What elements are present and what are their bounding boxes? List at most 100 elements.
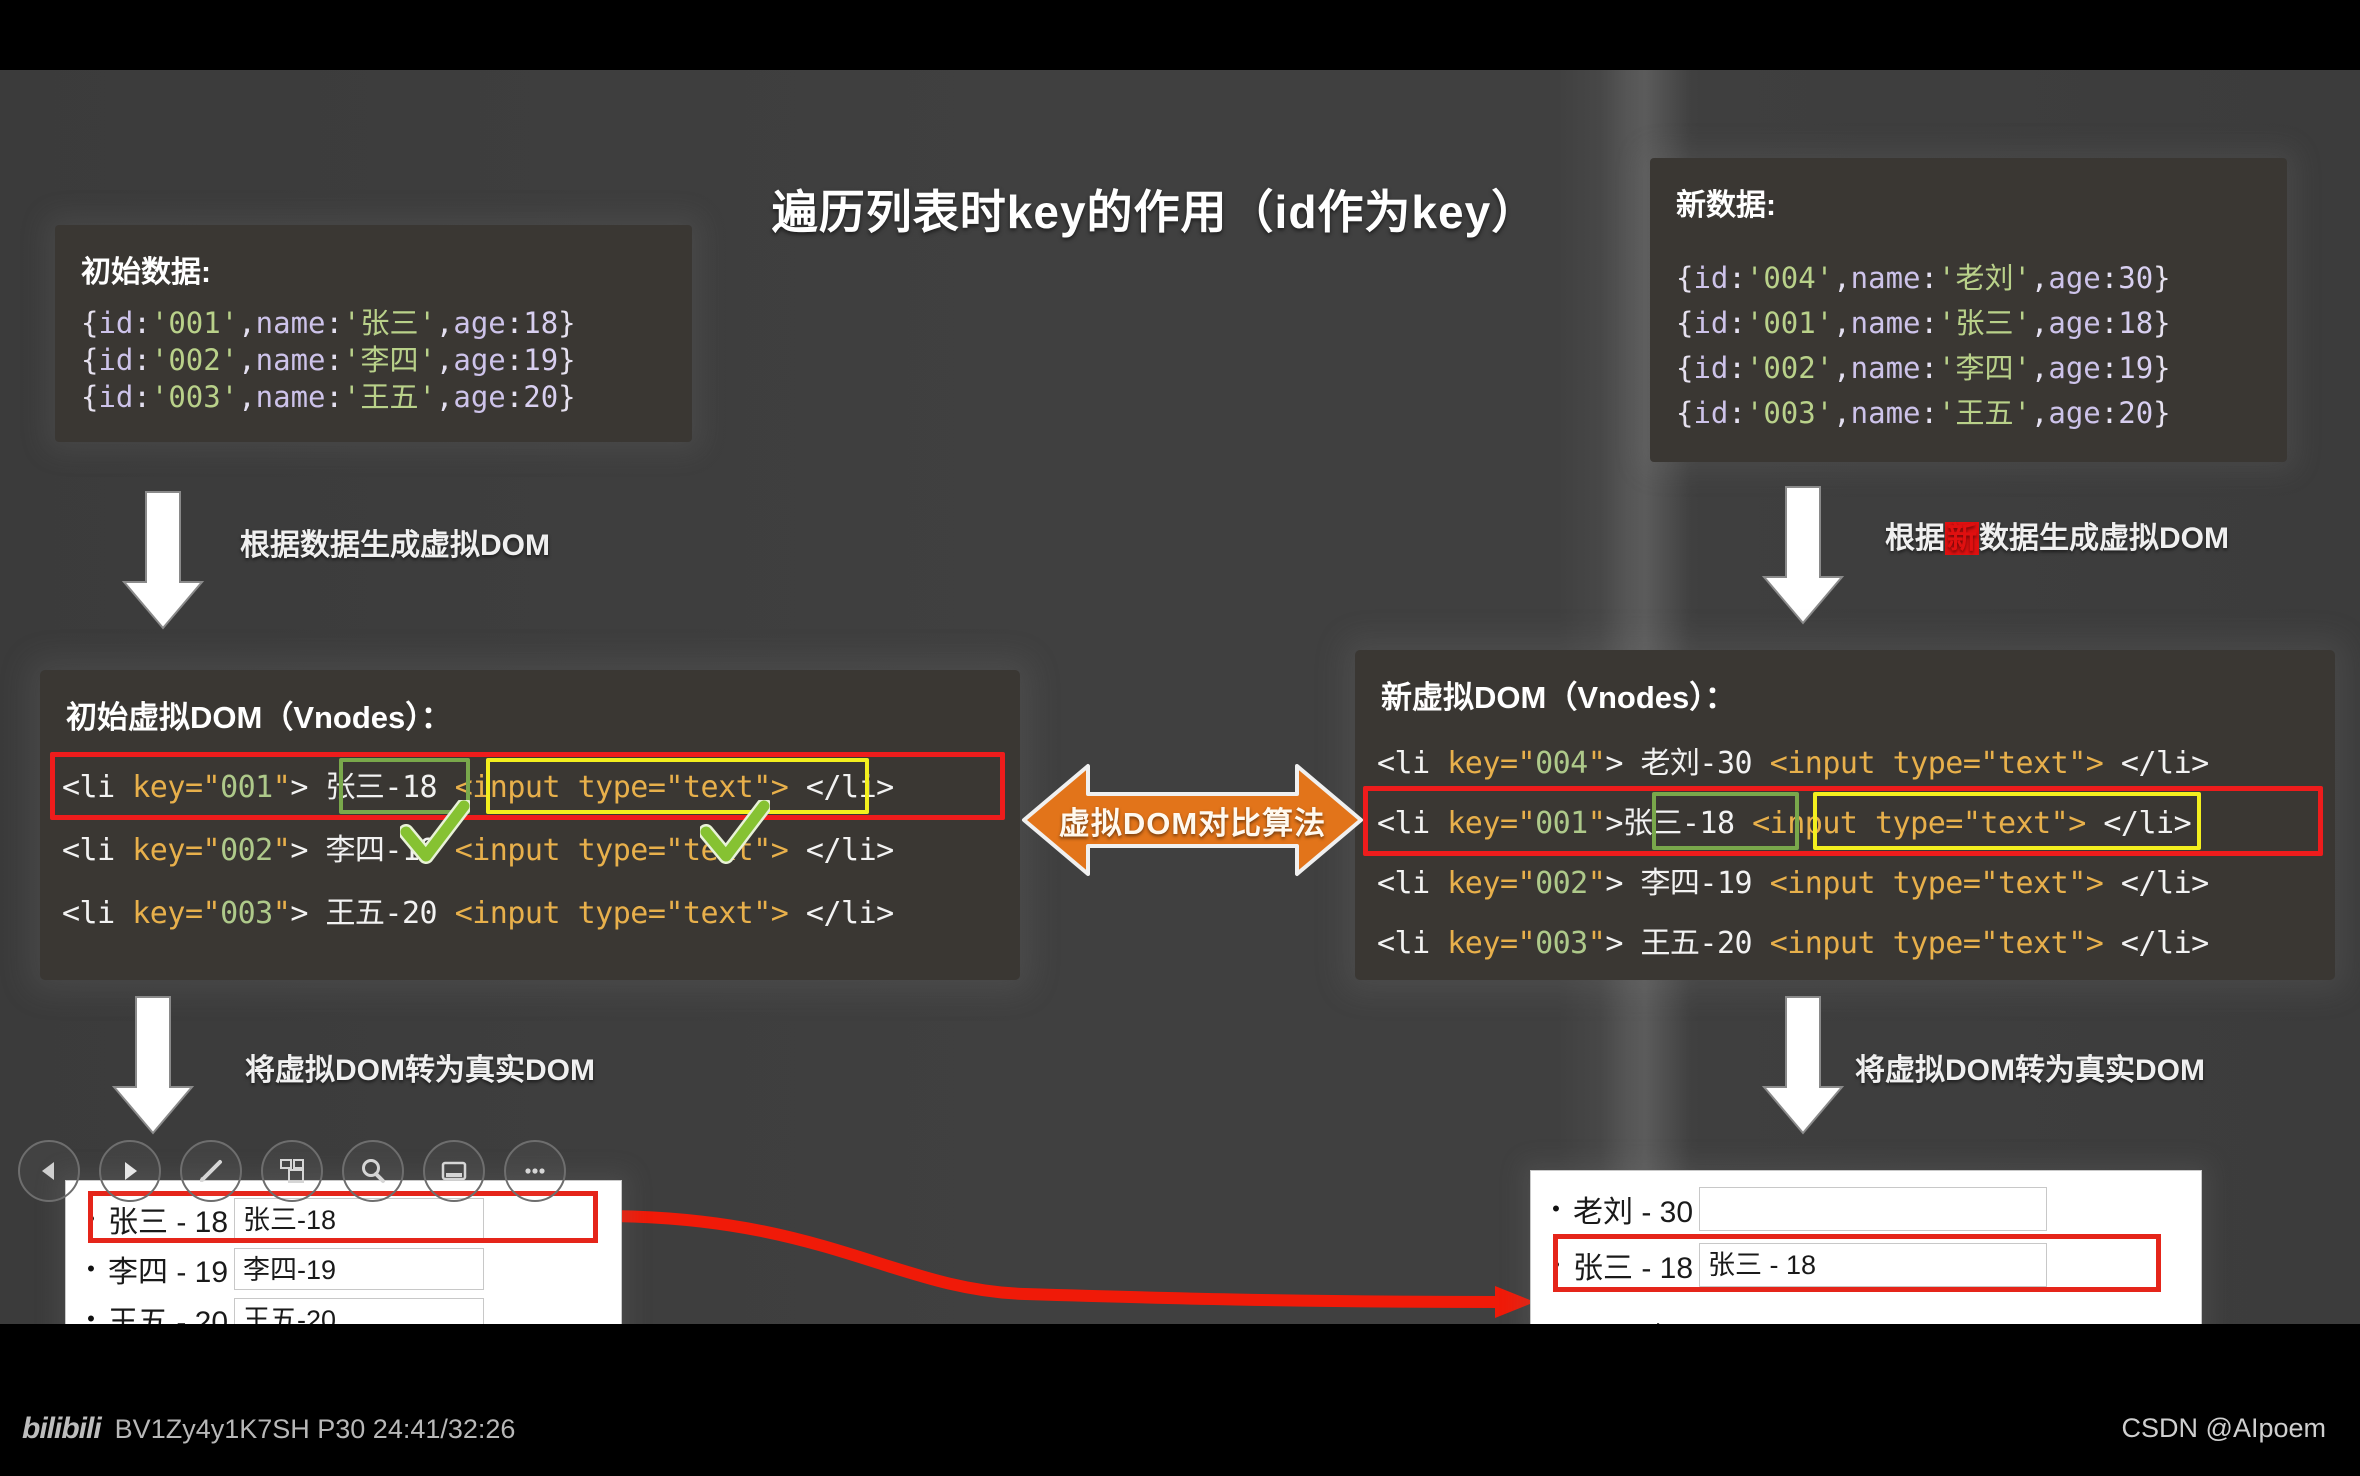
annotation-right-generate: 根据新数据生成虚拟DOM	[1885, 513, 2229, 557]
vnode-row: <li key="003"> 王五-20 <input type="text">…	[62, 896, 894, 931]
data-age: 19	[523, 343, 559, 378]
vnode-text: 老刘-30	[1640, 746, 1753, 781]
vnode-key: 004	[1535, 746, 1588, 781]
vnode-input: <input type="text">	[1769, 866, 2104, 901]
initial-vnode-panel: 初始虚拟DOM（Vnodes）： <li key="001"> 张三-18 <i…	[40, 670, 1020, 980]
vnode-row: <li key="002"> 李四-19 <input type="text">…	[62, 833, 894, 868]
presenter-view-button[interactable]	[423, 1140, 485, 1202]
item-label: 李四 - 19	[108, 1256, 229, 1289]
footer-bar: bilibili BV1Zy4y1K7SH P30 24:41/32:26 CS…	[0, 1366, 2360, 1476]
search-icon	[362, 1159, 385, 1183]
data-age: 30	[2118, 261, 2154, 295]
data-id: 003	[168, 380, 221, 415]
new-data-panel: 新数据: {id:'004',name:'老刘',age:30} {id:'00…	[1650, 158, 2287, 463]
data-id: 002	[168, 343, 221, 378]
down-arrow-icon	[1761, 486, 1845, 625]
data-name-value: 老刘	[1955, 261, 2014, 295]
data-name-value: 王五	[360, 380, 419, 415]
diff-algorithm-label: 虚拟DOM对比算法	[1058, 805, 1327, 841]
vnode-text: 王五-20	[325, 896, 438, 931]
vnode-row: <li key="003"> 王五-20 <input type="text">…	[1377, 926, 2209, 961]
item-label: 老刘 - 30	[1573, 1196, 1694, 1229]
vnode-input: <input type="text">	[1769, 746, 2104, 781]
vnode-text: 王五-20	[1640, 926, 1753, 961]
bilibili-watermark: bilibili BV1Zy4y1K7SH P30 24:41/32:26	[22, 1412, 515, 1446]
item-input[interactable]: 李四-19	[234, 1248, 485, 1290]
new-real-dom-box: • 老刘 - 30 • 张三 - 18 张三 - 18	[1530, 1170, 2202, 1324]
zoom-tool-button[interactable]	[342, 1140, 404, 1202]
data-name-value: 王五	[1955, 396, 2014, 431]
list-item: • 老刘 - 30	[1545, 1185, 2048, 1233]
data-row: {id:'001',name:'张三',age:18}	[81, 306, 576, 340]
pen-icon	[200, 1160, 222, 1182]
item-input[interactable]: 王五-20	[234, 1298, 485, 1324]
list-item: • 王五 - 20 王五-20	[80, 1295, 485, 1325]
data-name-value: 李四	[360, 343, 419, 378]
down-arrow-icon	[1761, 996, 1845, 1135]
data-row: {id:'002',name:'李四',age:19}	[81, 343, 576, 378]
annotation-left-generate: 根据数据生成虚拟DOM	[240, 529, 550, 562]
vnode-key: 002	[1535, 866, 1588, 901]
data-name-value: 李四	[1955, 351, 2014, 386]
annot-highlight: 新	[1945, 522, 1979, 555]
initial-vnode-heading: 初始虚拟DOM（Vnodes）：	[66, 700, 452, 735]
data-row: {id:'003',name:'王五',age:20}	[1676, 396, 2171, 431]
vnode-close: </li>	[2120, 746, 2209, 781]
vnode-input: <input type="text">	[1769, 926, 2104, 961]
vnode-key: 003	[1535, 926, 1588, 961]
vnode-row: <li key="004"> 老刘-30 <input type="text">…	[1377, 746, 2209, 781]
window-icon	[441, 1161, 467, 1181]
new-vnode-panel: 新虚拟DOM（Vnodes）： <li key="004"> 老刘-30 <in…	[1355, 650, 2335, 980]
pen-tool-button[interactable]	[180, 1140, 242, 1202]
data-id: 004	[1763, 261, 1816, 295]
vnode-key: 002	[220, 833, 273, 868]
data-id: 001	[168, 306, 221, 340]
vnode-key: 003	[220, 896, 273, 931]
data-age: 18	[523, 306, 559, 340]
triangle-right-icon	[125, 1162, 137, 1180]
connector-arrow-icon	[595, 1210, 1535, 1318]
data-row: {id:'002',name:'李四',age:19}	[1676, 351, 2171, 386]
data-row: {id:'003',name:'王五',age:20}	[81, 380, 576, 415]
list-item: • 李四 - 19 李四-19	[80, 1245, 485, 1293]
bilibili-logo: bilibili	[22, 1412, 102, 1445]
slide-canvas: 遍历列表时key的作用（id作为key） 初始数据: {id:'001',nam…	[0, 70, 2360, 1324]
screenshot-root: 遍历列表时key的作用（id作为key） 初始数据: {id:'001',nam…	[0, 0, 2360, 1476]
bullet-icon: •	[87, 1256, 95, 1281]
item-input[interactable]	[1699, 1187, 2048, 1231]
vnode-close: </li>	[2120, 866, 2209, 901]
ellipsis-icon	[525, 1168, 545, 1174]
annotation-left-to-real: 将虚拟DOM转为真实DOM	[245, 1054, 595, 1087]
annot-suffix: 数据生成虚拟DOM	[1979, 522, 2229, 555]
mouse-cursor-icon	[1657, 1323, 1660, 1324]
previous-slide-button[interactable]	[18, 1140, 80, 1202]
down-arrow-icon	[111, 996, 195, 1135]
bullet-icon: •	[1552, 1196, 1560, 1221]
initial-data-heading: 初始数据:	[81, 256, 211, 289]
down-arrow-icon	[121, 491, 205, 630]
check-mark-icon	[700, 800, 770, 864]
vnode-text: 李四-19	[1640, 866, 1753, 901]
annotation-right-to-real: 将虚拟DOM转为真实DOM	[1855, 1054, 2205, 1087]
data-row: {id:'004',name:'老刘',age:30}	[1676, 261, 2171, 295]
diff-algorithm-arrow: 虚拟DOM对比算法	[1020, 760, 1365, 880]
data-id: 001	[1763, 306, 1816, 341]
item-label: 王五 - 20	[108, 1306, 229, 1324]
data-age: 20	[523, 380, 559, 415]
data-row: {id:'001',name:'张三',age:18}	[1676, 306, 2171, 341]
vnode-input: <input type="text">	[454, 896, 789, 931]
vnode-row: <li key="002"> 李四-19 <input type="text">…	[1377, 866, 2209, 901]
presentation-toolbar	[0, 1128, 566, 1214]
initial-data-panel: 初始数据: {id:'001',name:'张三',age:18} {id:'0…	[55, 225, 692, 443]
data-age: 18	[2118, 306, 2154, 341]
csdn-watermark: CSDN @AIpoem	[2121, 1413, 2326, 1443]
more-options-button[interactable]	[504, 1140, 566, 1202]
bullet-icon: •	[87, 1306, 95, 1325]
data-id: 002	[1763, 351, 1816, 386]
slide-overview-button[interactable]	[261, 1140, 323, 1202]
data-age: 19	[2118, 351, 2154, 386]
highlight-box-yellow	[486, 758, 869, 814]
next-slide-button[interactable]	[99, 1140, 161, 1202]
highlight-box-red	[1553, 1234, 2161, 1292]
data-name-value: 张三	[1955, 306, 2014, 341]
